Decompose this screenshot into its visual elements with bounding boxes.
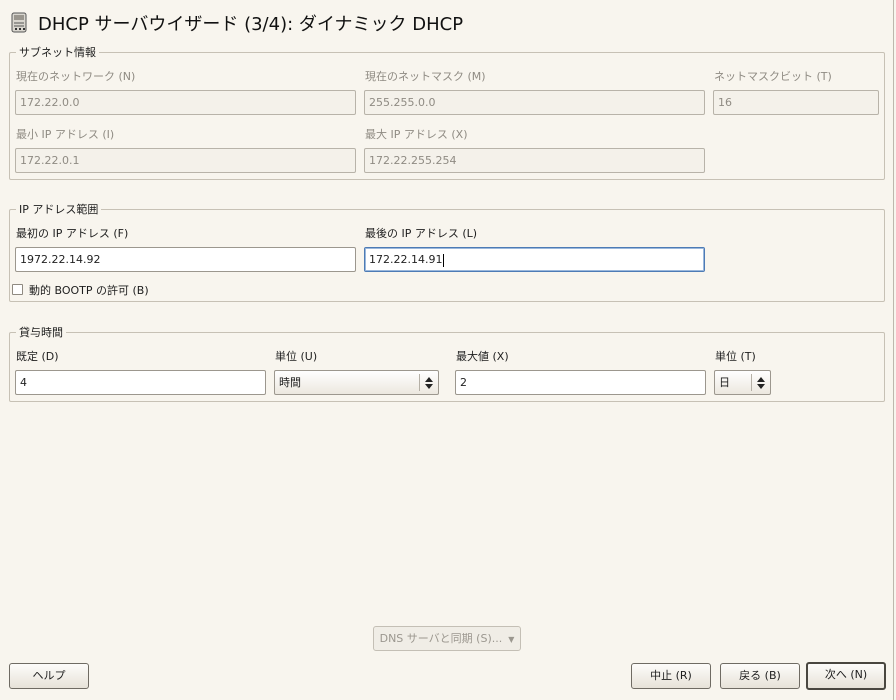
back-button[interactable]: 戻る (B) (720, 663, 800, 689)
last-ip-input[interactable]: 172.22.14.91 (364, 247, 705, 272)
netmask-label: 現在のネットマスク (M) (365, 70, 486, 83)
bootp-checkbox[interactable] (12, 284, 23, 295)
server-icon (10, 12, 30, 34)
default-lease-label: 既定 (D) (16, 350, 59, 363)
netmask-bits-label: ネットマスクビット (T) (714, 70, 832, 83)
page-title: DHCP サーバウイザード (3/4): ダイナミック DHCP (38, 14, 464, 35)
network-field: 172.22.0.0 (15, 90, 356, 115)
max-ip-label: 最大 IP アドレス (X) (365, 128, 468, 141)
last-ip-label: 最後の IP アドレス (L) (365, 227, 478, 240)
netmask-bits-field: 16 (713, 90, 879, 115)
text-cursor (443, 253, 445, 267)
min-ip-label: 最小 IP アドレス (I) (16, 128, 115, 141)
last-ip-value: 172.22.14.91 (369, 253, 443, 266)
window-edge (893, 0, 894, 700)
abort-button[interactable]: 中止 (R) (631, 663, 711, 689)
first-ip-input[interactable]: 1972.22.14.92 (15, 247, 356, 272)
min-ip-field: 172.22.0.1 (15, 148, 356, 173)
max-unit-value: 日 (719, 376, 730, 389)
max-lease-input[interactable]: 2 (455, 370, 706, 395)
first-ip-label: 最初の IP アドレス (F) (16, 227, 129, 240)
dns-sync-button[interactable]: DNS サーバと同期 (S)... ▼ (373, 626, 521, 651)
default-unit-select[interactable]: 時間 (274, 370, 439, 395)
max-lease-label: 最大値 (X) (456, 350, 509, 363)
max-unit-label: 単位 (T) (715, 350, 756, 363)
next-button[interactable]: 次へ (N) (806, 662, 886, 690)
bootp-label[interactable]: 動的 BOOTP の許可 (B) (29, 282, 149, 298)
max-ip-field: 172.22.255.254 (364, 148, 705, 173)
updown-arrow-icon (757, 377, 765, 389)
dropdown-arrow-icon: ▼ (508, 634, 515, 644)
subnet-info-legend: サブネット情報 (19, 46, 96, 59)
dns-sync-label: DNS サーバと同期 (S)... (379, 632, 503, 645)
default-lease-input[interactable]: 4 (15, 370, 266, 395)
lease-time-legend: 貸与時間 (19, 326, 63, 339)
network-label: 現在のネットワーク (N) (16, 70, 136, 83)
default-unit-label: 単位 (U) (275, 350, 318, 363)
netmask-field: 255.255.0.0 (364, 90, 705, 115)
updown-arrow-icon (425, 377, 433, 389)
ip-range-legend: IP アドレス範囲 (19, 203, 99, 216)
max-unit-select[interactable]: 日 (714, 370, 771, 395)
default-unit-value: 時間 (279, 376, 301, 389)
help-button[interactable]: ヘルプ (9, 663, 89, 689)
